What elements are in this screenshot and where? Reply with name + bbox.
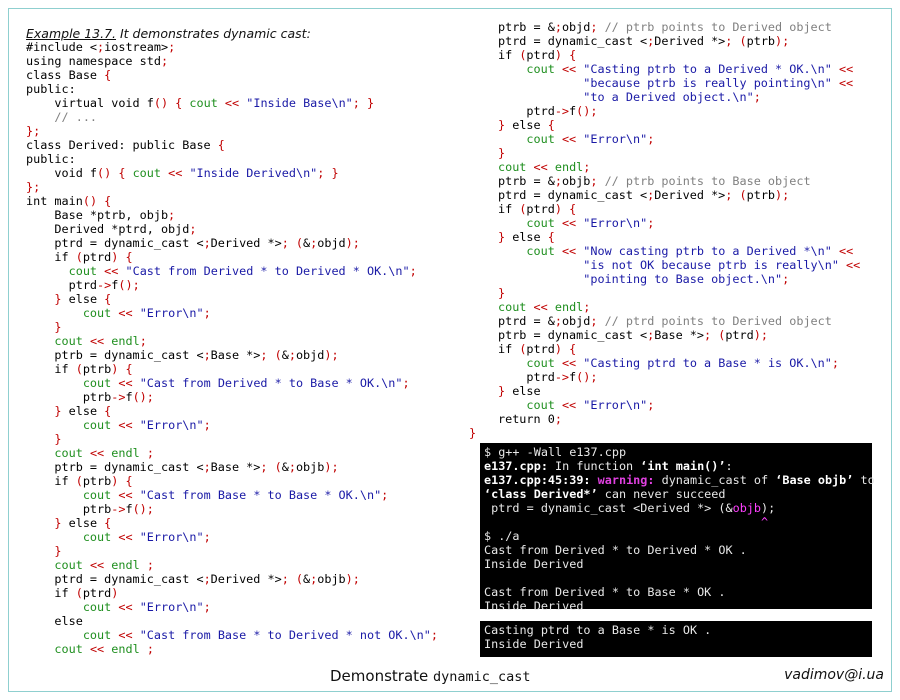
code-left-line: } (54, 544, 62, 558)
code-left-line: } else { (54, 404, 112, 418)
terminal-line: ‘class Derived*’ can never succeed (484, 487, 726, 501)
terminal-line: $ ./a (484, 529, 520, 543)
code-right-line: cout << "Casting ptrd to a Base * is OK.… (526, 356, 839, 370)
code-right-line: ptrd = &;objd; // ptrd points to Derived… (498, 314, 832, 328)
code-left-line: cout << "Cast from Base * to Derived * n… (82, 628, 438, 642)
terminal-line: e137.cpp: In function ‘int main()’: (484, 459, 733, 473)
code-right-line: ptrd = dynamic_cast <;Derived *>; (ptrb)… (498, 34, 790, 48)
code-right-line: cout << "Error\n"; (526, 132, 655, 146)
code-left-line: cout << "Cast from Base * to Base * OK.\… (82, 488, 389, 502)
code-left-line: ptrd = dynamic_cast <;Derived *>; (&;obj… (26, 572, 360, 586)
code-right-line: ptrb = &;objd; // ptrb points to Derived… (498, 20, 832, 34)
code-left-line: class Derived: public Base { (26, 138, 225, 152)
code-left-line: cout << endl ; (54, 446, 154, 460)
footer-title: Demonstrate dynamic_cast (330, 667, 531, 685)
terminal-line: Inside Derived (484, 599, 584, 613)
code-left-line: if (ptrd) { (26, 250, 133, 264)
code-right-line: "pointing to Base object.\n"; (583, 272, 790, 286)
code-left-line: cout << "Error\n"; (82, 418, 211, 432)
code-left-line: cout << "Error\n"; (82, 600, 211, 614)
code-left-line: public: (26, 82, 76, 96)
terminal-line: ^ (484, 515, 769, 529)
code-right-line: "is not OK because ptrb is really\n" << (583, 258, 861, 272)
code-left-line: class Base { (26, 68, 112, 82)
code-left-line: ptrd->f(); (26, 278, 140, 292)
code-right-line: if (ptrd) { (498, 342, 577, 356)
code-right-line: ptrd->f(); (498, 104, 598, 118)
terminal-line: ptrd = dynamic_cast <Derived *> (&objb); (484, 501, 776, 515)
code-right-line: ptrb = &;objb; // ptrb points to Base ob… (498, 174, 811, 188)
code-right-line: ptrd->f(); (498, 370, 598, 384)
code-left-line: ptrb->f(); (26, 390, 154, 404)
main-closing-brace: } (469, 426, 477, 440)
terminal-line: Inside Derived (484, 557, 584, 571)
code-left-line: Base *ptrb, objb; (26, 208, 176, 222)
code-right-line: cout << "Now casting ptrb to a Derived *… (526, 244, 854, 258)
code-left-line: using namespace std; (26, 54, 169, 68)
terminal-line: Cast from Derived * to Base * OK . (484, 585, 726, 599)
terminal-line: e137.cpp:45:39: warning: dynamic_cast of… (484, 473, 875, 487)
code-left-line: cout << endl ; (54, 558, 154, 572)
code-right-line: cout << "Casting ptrb to a Derived * OK.… (526, 62, 854, 76)
code-left-line: cout << endl; (54, 334, 147, 348)
terminal-line: Cast from Derived * to Derived * OK . (484, 543, 747, 557)
code-right-line: } else { (498, 118, 555, 132)
code-left-line: void f() { cout << "Inside Derived\n"; } (26, 166, 339, 180)
code-listing-left: #include <;iostream>; using namespace std… (26, 40, 438, 656)
code-right-line: "to a Derived object.\n"; (583, 90, 761, 104)
code-left-line: ptrb->f(); (26, 502, 154, 516)
code-right-line: cout << endl; (498, 160, 591, 174)
code-left-line: cout << "Cast from Derived * to Base * O… (82, 376, 410, 390)
code-left-line: else (26, 614, 83, 628)
terminal-output-second: Casting ptrd to a Base * is OK . Inside D… (480, 621, 872, 657)
terminal-line: Casting ptrd to a Base * is OK . (484, 623, 712, 637)
code-left-line: Derived *ptrd, objd; (26, 222, 197, 236)
code-left-line: public: (26, 152, 76, 166)
code-left-line: int main() { (26, 194, 112, 208)
code-left-line: virtual void f() { cout << "Inside Base\… (26, 96, 375, 110)
code-right-line: return 0; (498, 412, 562, 426)
code-left-line: if (ptrb) { (26, 362, 133, 376)
code-right-line: cout << "Error\n"; (526, 398, 655, 412)
example-number: Example 13.7. (26, 26, 117, 41)
code-left-line: }; (26, 124, 41, 138)
code-left-line: }; (26, 180, 41, 194)
code-left-line: ptrb = dynamic_cast <;Base *>; (&;objd); (26, 348, 339, 362)
code-left-line: ptrb = dynamic_cast <;Base *>; (&;objb); (26, 460, 339, 474)
code-right-line: cout << "Error\n"; (526, 216, 655, 230)
code-right-line: } (498, 146, 506, 160)
code-right-line: } else (498, 384, 541, 398)
terminal-line: Inside Derived (484, 637, 584, 651)
footer-title-code: dynamic_cast (433, 669, 531, 685)
code-right-line: ptrb = dynamic_cast <;Base *>; (ptrd); (498, 328, 768, 342)
code-left-line: ptrd = dynamic_cast <;Derived *>; (&;obj… (26, 236, 360, 250)
code-left-line: } (54, 320, 62, 334)
code-left-line: cout << endl ; (54, 642, 154, 656)
code-right-line: if (ptrd) { (498, 48, 577, 62)
code-listing-right: ptrb = &;objd; // ptrb points to Derived… (498, 20, 860, 426)
code-left-line: } else { (54, 516, 112, 530)
code-left-line: if (ptrd) (26, 586, 119, 600)
footer-author: vadimov@i.ua (784, 667, 884, 683)
code-left-line: if (ptrb) { (26, 474, 133, 488)
code-right-line: cout << endl; (498, 300, 591, 314)
code-right-line: if (ptrd) { (498, 202, 577, 216)
code-left-line: #include <;iostream>; (26, 40, 176, 54)
code-left-line: } (54, 432, 62, 446)
code-right-line: } else { (498, 230, 555, 244)
code-right-line: "because ptrb is really pointing\n" << (583, 76, 854, 90)
footer-title-text: Demonstrate (330, 667, 434, 685)
code-left-line: cout << "Cast from Derived * to Derived … (68, 264, 417, 278)
code-left-line: cout << "Error\n"; (82, 306, 211, 320)
terminal-output-compile-run: $ g++ -Wall e137.cpp e137.cpp: In functio… (480, 443, 875, 613)
code-left-line: // ... (54, 110, 98, 124)
example-description: It demonstrates dynamic cast: (116, 26, 311, 41)
code-left-line: cout << "Error\n"; (82, 530, 211, 544)
terminal-line: $ g++ -Wall e137.cpp (484, 445, 627, 459)
code-right-line: } (498, 286, 506, 300)
code-left-line: } else { (54, 292, 112, 306)
example-caption: Example 13.7. It demonstrates dynamic ca… (26, 26, 311, 41)
code-right-line: ptrd = dynamic_cast <;Derived *>; (ptrb)… (498, 188, 790, 202)
